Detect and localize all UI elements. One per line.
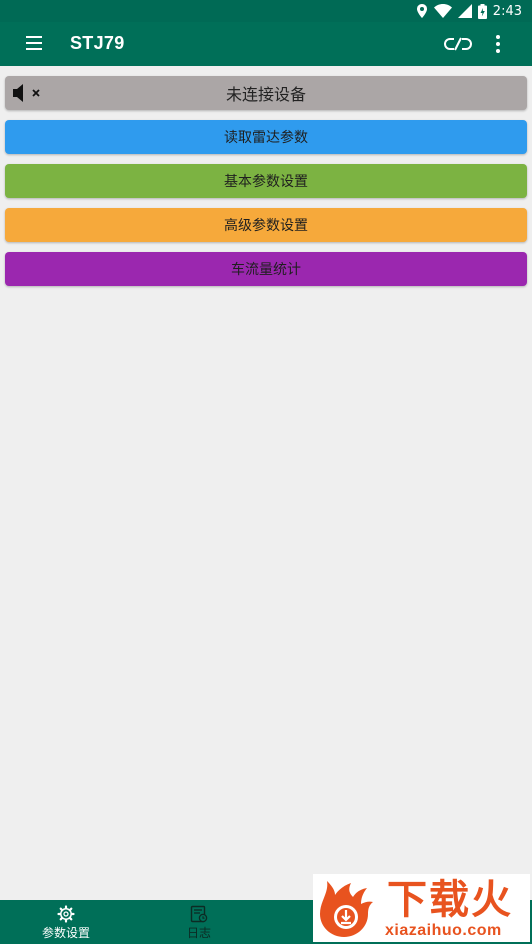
signal-icon	[457, 4, 472, 18]
read-radar-params-label: 读取雷达参数	[224, 130, 308, 146]
nav-label-params: 参数设置	[41, 926, 90, 940]
link-icon[interactable]	[443, 35, 473, 53]
nav-item-params[interactable]: 参数设置	[28, 900, 104, 944]
watermark-url: xiazaihuo.com	[385, 922, 502, 939]
app-bar: STJ79	[0, 22, 532, 66]
speaker-muted-icon[interactable]	[13, 84, 43, 102]
more-options-icon[interactable]	[488, 33, 508, 55]
location-icon	[416, 4, 427, 18]
battery-icon	[477, 3, 487, 19]
device-status-button[interactable]: 未连接设备	[5, 76, 527, 110]
traffic-stats-button[interactable]: 车流量统计	[5, 252, 527, 286]
wifi-icon	[433, 4, 452, 18]
status-time: 2:43	[492, 3, 522, 19]
traffic-stats-label: 车流量统计	[231, 262, 301, 278]
flame-logo-icon	[320, 881, 373, 937]
nav-item-log[interactable]: 日志	[176, 900, 222, 944]
basic-settings-button[interactable]: 基本参数设置	[5, 164, 527, 198]
basic-settings-label: 基本参数设置	[224, 174, 308, 190]
log-icon	[190, 905, 208, 923]
advanced-settings-button[interactable]: 高级参数设置	[5, 208, 527, 242]
gear-icon	[57, 905, 75, 923]
watermark-logo-text: 下载火	[387, 877, 513, 923]
status-bar: 2:43	[0, 0, 532, 22]
menu-icon[interactable]	[24, 36, 46, 52]
advanced-settings-label: 高级参数设置	[224, 218, 308, 234]
device-status-label: 未连接设备	[225, 85, 306, 104]
watermark: 下载火 xiazaihuo.com	[313, 874, 530, 942]
app-title: STJ79	[70, 33, 125, 53]
nav-label-log: 日志	[186, 926, 211, 940]
read-radar-params-button[interactable]: 读取雷达参数	[5, 120, 527, 154]
